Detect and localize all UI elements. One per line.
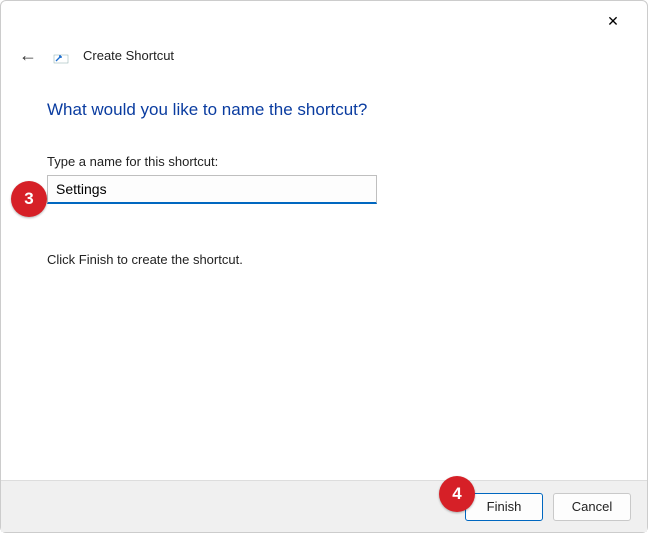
- content: What would you like to name the shortcut…: [1, 70, 647, 267]
- helper-text: Click Finish to create the shortcut.: [47, 252, 601, 267]
- header: ← Create Shortcut: [1, 41, 647, 70]
- close-button[interactable]: ✕: [593, 7, 633, 35]
- wizard-title: Create Shortcut: [83, 48, 174, 63]
- annotation-step-3: 3: [11, 181, 47, 217]
- page-heading: What would you like to name the shortcut…: [47, 100, 601, 120]
- finish-button[interactable]: Finish: [465, 493, 543, 521]
- back-arrow-icon: ←: [19, 45, 37, 65]
- shortcut-arrow-icon: [53, 48, 69, 64]
- close-icon: ✕: [607, 13, 619, 30]
- shortcut-name-input[interactable]: [48, 176, 376, 202]
- titlebar: ✕: [1, 1, 647, 41]
- annotation-step-4: 4: [439, 476, 475, 512]
- footer: Finish Cancel: [1, 480, 647, 532]
- back-button[interactable]: ←: [17, 45, 39, 66]
- shortcut-name-label: Type a name for this shortcut:: [47, 154, 601, 169]
- cancel-button[interactable]: Cancel: [553, 493, 631, 521]
- shortcut-name-input-wrap: [47, 175, 377, 204]
